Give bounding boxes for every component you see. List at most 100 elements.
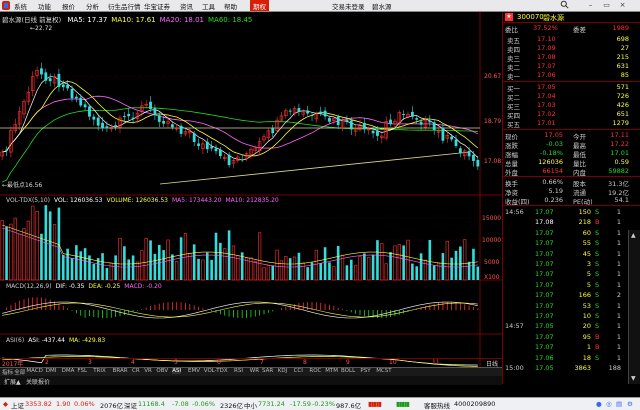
tick-row-11: 14:57 17.05 20 S 1 (503, 322, 631, 331)
window-min-icon[interactable]: – (584, 0, 597, 11)
stat-row-3-cell-1: 126036 (538, 158, 563, 166)
tick-row-14-cell-1: 17.06 (535, 353, 554, 362)
sell-5-cell-2: 698 (616, 35, 629, 43)
volume-panel-header: VOL-TDX(5,10) VOL: 126036.53 VOLUME: 12603… (2, 197, 279, 204)
tab-roc[interactable]: ROC (309, 368, 321, 374)
tick-row-13-cell-2: 1 (586, 343, 591, 352)
vol-bar-23 (101, 253, 104, 280)
tick-row-12: 17.07 95 B 1 (503, 333, 631, 342)
menu-function[interactable]: 功能 (38, 1, 51, 11)
tab-cci[interactable]: CCI (294, 368, 303, 374)
login-status[interactable]: 交易未登录 (332, 1, 365, 11)
tick-row-15: 15:00 17.05 3863 188 (503, 364, 631, 373)
menu-derivatives[interactable]: 衍生品行情 (108, 1, 141, 11)
settings-icon[interactable]: ⚙ (627, 400, 633, 408)
vol-bar-49 (214, 232, 218, 280)
vol-bar-52 (227, 230, 231, 280)
tab-mcst[interactable]: MCST (376, 368, 391, 374)
tab-trix[interactable]: TRIX (93, 368, 106, 374)
tick-scrollbar[interactable]: ▲ ▼ (628, 230, 640, 384)
tab-cr[interactable]: CR (132, 368, 140, 374)
stat-row-3: 总量 126036 量比 0.59 (503, 158, 631, 168)
candle-83 (362, 123, 366, 130)
tab-obv[interactable]: OBV (156, 368, 168, 374)
ma5-line (2, 76, 479, 161)
menu-system[interactable]: 系统 (14, 1, 27, 11)
tick-row-11-cell-2: 20 (582, 322, 591, 331)
tab-sar[interactable]: SAR (262, 368, 273, 374)
menu-huabao[interactable]: 华宝证券 (144, 1, 170, 11)
menu-analysis[interactable]: 分析 (86, 1, 99, 11)
star-icon[interactable]: ★ (505, 13, 513, 21)
info-icon[interactable]: ◎ (606, 400, 612, 408)
menu-news[interactable]: 资讯 (180, 1, 193, 11)
sell-3: 卖三 17.08 215 (503, 53, 631, 63)
tab-全部[interactable]: 全部 (14, 368, 25, 376)
vol-bar-48 (210, 259, 213, 280)
asi-label-0: ASI(6) (6, 337, 25, 344)
window-title: 碧水源 (372, 3, 392, 11)
stat-row-2-cell-1: -0.18% (540, 149, 563, 157)
candle-66 (288, 110, 292, 112)
menu-help[interactable]: 帮助 (224, 1, 237, 11)
scroll-down-icon[interactable]: ▼ (631, 375, 638, 382)
tab-rsi[interactable]: RSI (234, 368, 243, 374)
tab-macd[interactable]: MACD (26, 368, 43, 374)
vol-bar-46 (201, 259, 205, 281)
tab-dma[interactable]: DMA (62, 368, 75, 374)
tab-指标[interactable]: 指标 (2, 368, 13, 376)
vol-bar-79 (345, 265, 349, 280)
candle-17 (74, 96, 78, 99)
window-max-icon[interactable]: ▭ (600, 0, 613, 11)
candle-39 (170, 124, 174, 128)
tick-row-12-cell-1: 17.07 (535, 332, 554, 341)
tab-vr[interactable]: VR (144, 368, 152, 374)
tick-row-1-cell-2: 218 (578, 218, 591, 227)
vol-bar-74 (323, 247, 327, 280)
market-breadth-icon: ▮▮▮▮▮ (368, 400, 382, 408)
tick-row-12-cell-3: B (595, 332, 600, 341)
vol-bar-98 (428, 240, 432, 280)
asi-panel-header: ASI(6) ASI: -437.44 MA: -429.83 (2, 337, 105, 344)
candle-74 (323, 110, 327, 117)
tick-row-8-cell-4: 2 (616, 291, 621, 300)
tab-emv[interactable]: EMV (188, 368, 200, 374)
vol-bar-109 (476, 266, 480, 280)
ma-label-3: MA60: 18.45 (208, 16, 253, 24)
menu-options-button[interactable]: 期权 (250, 0, 269, 11)
tick-row-14-cell-3: S (595, 353, 600, 362)
vol-tick-unit: X100 (484, 274, 500, 281)
tab-asi[interactable]: ASI (172, 368, 182, 374)
tab-boll[interactable]: BOLL (341, 368, 355, 374)
tab-wr[interactable]: WR (250, 368, 259, 374)
tab-dmi[interactable]: DMI (46, 368, 57, 374)
window-close-icon[interactable]: × (616, 0, 629, 11)
search-icon[interactable] (558, 0, 571, 11)
vol-bar-80 (349, 259, 353, 280)
network-icon[interactable]: ● (596, 400, 602, 408)
scroll-up-icon[interactable]: ▲ (631, 232, 638, 239)
tab-fsl[interactable]: FSL (77, 368, 87, 374)
tab-mtm[interactable]: MTM (325, 368, 338, 374)
expand-button[interactable]: 扩展▲ (4, 377, 21, 386)
stat-row-1-cell-1: -0.03 (546, 140, 563, 148)
signal-icon[interactable]: ▤ (616, 400, 622, 408)
vol-bar-102 (445, 240, 449, 281)
tab-vol-tdx[interactable]: VOL-TDX (204, 368, 228, 374)
menu-quote[interactable]: 报价 (62, 1, 75, 11)
buy-3: 买三 17.03 426 (503, 101, 631, 111)
ma-label-0: MA5: 17.37 (67, 16, 108, 24)
vol-bar-21 (92, 263, 96, 280)
related-quote-tab[interactable]: 关联报价 (26, 377, 50, 386)
menu-tools[interactable]: 工具 (202, 1, 215, 11)
tab-psy[interactable]: PSY (360, 368, 370, 374)
tab-kdj[interactable]: KDJ (278, 368, 287, 374)
tick-row-3: 17.07 55 S 1 (503, 239, 631, 248)
tab-brar[interactable]: BRAR (113, 368, 128, 374)
kline-chart-svg[interactable] (0, 12, 502, 367)
menu-bar: 系统 功能 报价 分析 衍生品行情 华宝证券 资讯 工具 帮助 期权 交易未登录… (0, 0, 640, 12)
vol-bar-37 (162, 250, 165, 280)
tick-row-2-cell-3: S (595, 228, 600, 237)
macd-dif-line (2, 301, 478, 319)
candle-10 (44, 72, 48, 81)
